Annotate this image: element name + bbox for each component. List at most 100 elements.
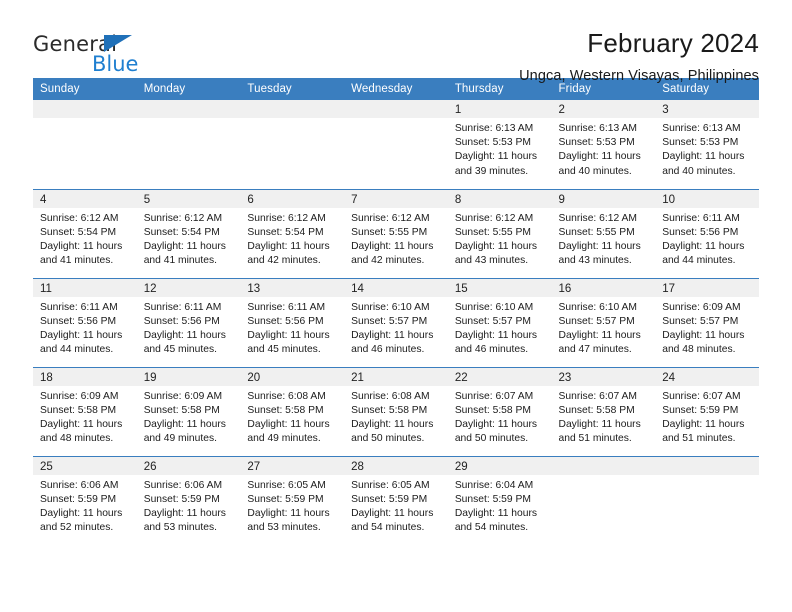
sunrise-time: Sunrise: 6:11 AM [40, 301, 118, 313]
day-details: Sunrise: 6:09 AM Sunset: 5:58 PM Daylight:… [33, 386, 137, 447]
day-details: Sunrise: 6:12 AM Sunset: 5:55 PM Daylight:… [448, 208, 552, 269]
calendar-day-cell[interactable]: 17 Sunrise: 6:09 AM Sunset: 5:57 PM Dayligh… [655, 277, 759, 367]
calendar-day-cell[interactable]: 4 Sunrise: 6:12 AM Sunset: 5:54 PM Daylight… [33, 188, 137, 278]
day-details: Sunrise: 6:10 AM Sunset: 5:57 PM Daylight:… [344, 297, 448, 358]
calendar-day-cell[interactable]: 21 Sunrise: 6:08 AM Sunset: 5:58 PM Dayligh… [344, 366, 448, 456]
sunrise-time: Sunrise: 6:09 AM [662, 301, 741, 313]
daylight-duration-line2: and 50 minutes. [351, 433, 425, 445]
calendar-day-cell[interactable]: 24 Sunrise: 6:07 AM Sunset: 5:59 PM Dayligh… [655, 366, 759, 456]
sunset-time: Sunset: 5:59 PM [454, 493, 531, 505]
weekday-header-tuesday: Tuesday [240, 78, 345, 100]
day-details: Sunrise: 6:04 AM Sunset: 5:59 PM Daylight:… [448, 475, 552, 536]
calendar-day-cell[interactable]: 29 Sunrise: 6:04 AM Sunset: 5:59 PM Dayligh… [447, 455, 552, 545]
daylight-duration-line1: Daylight: 11 hours [247, 329, 330, 341]
day-number: 6 [240, 189, 345, 208]
day-number: 8 [447, 189, 552, 208]
day-number: 14 [344, 278, 448, 297]
calendar-body: 1 Sunrise: 6:13 AM Sunset: 5:53 PM Daylight… [33, 100, 759, 545]
day-number: 5 [136, 189, 241, 208]
calendar-day-cell[interactable]: 20 Sunrise: 6:08 AM Sunset: 5:58 PM Dayligh… [240, 366, 345, 456]
calendar-day-cell[interactable]: 16 Sunrise: 6:10 AM Sunset: 5:57 PM Dayligh… [551, 277, 656, 367]
sunset-time: Sunset: 5:59 PM [143, 493, 220, 505]
sunset-time: Sunset: 5:59 PM [351, 493, 428, 505]
sunset-time: Sunset: 5:53 PM [662, 137, 739, 149]
sunrise-time: Sunrise: 6:10 AM [351, 301, 430, 313]
calendar-day-cell[interactable]: 25 Sunrise: 6:06 AM Sunset: 5:59 PM Dayligh… [33, 455, 137, 545]
calendar-day-cell[interactable]: 6 Sunrise: 6:12 AM Sunset: 5:54 PM Daylight… [240, 188, 345, 278]
daylight-duration-line1: Daylight: 11 hours [351, 507, 434, 519]
daylight-duration-line1: Daylight: 11 hours [143, 507, 226, 519]
day-number: 21 [344, 367, 448, 386]
day-number [240, 100, 345, 118]
sunrise-time: Sunrise: 6:07 AM [454, 390, 534, 402]
calendar-day-cell[interactable]: 13 Sunrise: 6:11 AM Sunset: 5:56 PM Dayligh… [240, 277, 345, 367]
calendar-day-cell[interactable]: 8 Sunrise: 6:12 AM Sunset: 5:55 PM Daylight… [447, 188, 552, 278]
day-number: 23 [551, 367, 656, 386]
daylight-duration-line2: and 48 minutes. [662, 344, 736, 356]
calendar-day-cell[interactable]: 15 Sunrise: 6:10 AM Sunset: 5:57 PM Dayligh… [447, 277, 552, 367]
daylight-duration-line2: and 40 minutes. [558, 165, 632, 177]
daylight-duration-line2: and 45 minutes. [143, 344, 217, 356]
sunset-time: Sunset: 5:56 PM [40, 315, 117, 327]
daylight-duration-line1: Daylight: 11 hours [558, 240, 641, 252]
calendar-day-cell[interactable]: 27 Sunrise: 6:05 AM Sunset: 5:59 PM Dayligh… [240, 455, 345, 545]
daylight-duration-line1: Daylight: 11 hours [247, 240, 330, 252]
calendar-day-cell[interactable]: 9 Sunrise: 6:12 AM Sunset: 5:55 PM Daylight… [551, 188, 656, 278]
sunset-time: Sunset: 5:53 PM [454, 137, 531, 149]
sunrise-time: Sunrise: 6:06 AM [40, 479, 119, 491]
calendar-day-cell[interactable]: 2 Sunrise: 6:13 AM Sunset: 5:53 PM Daylight… [551, 100, 656, 189]
calendar-day-cell[interactable]: 19 Sunrise: 6:09 AM Sunset: 5:58 PM Dayligh… [136, 366, 241, 456]
daylight-duration-line1: Daylight: 11 hours [40, 418, 123, 430]
calendar-day-cell[interactable]: 3 Sunrise: 6:13 AM Sunset: 5:53 PM Daylight… [655, 100, 759, 189]
page-title: February 2024 [587, 28, 759, 58]
sunset-time: Sunset: 5:58 PM [40, 404, 117, 416]
sunrise-time: Sunrise: 6:11 AM [662, 212, 740, 224]
daylight-duration-line2: and 43 minutes. [558, 255, 632, 267]
weekday-header-monday: Monday [136, 78, 241, 100]
calendar-day-cell[interactable]: 1 Sunrise: 6:13 AM Sunset: 5:53 PM Daylight… [447, 100, 552, 189]
daylight-duration-line2: and 54 minutes. [454, 522, 529, 534]
calendar-day-cell[interactable]: 5 Sunrise: 6:12 AM Sunset: 5:54 PM Daylight… [136, 188, 241, 278]
daylight-duration-line2: and 42 minutes. [351, 255, 425, 267]
day-number: 22 [447, 367, 552, 386]
sunrise-time: Sunrise: 6:12 AM [143, 212, 223, 224]
day-number [136, 100, 241, 118]
day-number: 17 [655, 278, 759, 297]
day-details: Sunrise: 6:10 AM Sunset: 5:57 PM Daylight:… [552, 297, 656, 358]
calendar-day-cell[interactable]: 26 Sunrise: 6:06 AM Sunset: 5:59 PM Dayligh… [136, 455, 241, 545]
calendar-day-cell[interactable]: 12 Sunrise: 6:11 AM Sunset: 5:56 PM Dayligh… [136, 277, 241, 367]
day-details: Sunrise: 6:07 AM Sunset: 5:59 PM Daylight:… [655, 386, 759, 447]
weekday-header-sunday: Sunday [33, 78, 137, 100]
day-details: Sunrise: 6:08 AM Sunset: 5:58 PM Daylight:… [240, 386, 344, 447]
daylight-duration-line1: Daylight: 11 hours [454, 240, 538, 252]
calendar-day-cell[interactable]: 11 Sunrise: 6:11 AM Sunset: 5:56 PM Dayligh… [33, 277, 137, 367]
calendar-page: General Blue February 2024 Ungca, Wester… [0, 0, 792, 612]
calendar-day-cell[interactable]: 14 Sunrise: 6:10 AM Sunset: 5:57 PM Dayligh… [344, 277, 448, 367]
daylight-duration-line1: Daylight: 11 hours [143, 329, 226, 341]
sunset-time: Sunset: 5:53 PM [558, 137, 635, 149]
daylight-duration-line2: and 46 minutes. [351, 344, 425, 356]
sunrise-time: Sunrise: 6:08 AM [351, 390, 430, 402]
sunrise-time: Sunrise: 6:13 AM [662, 123, 741, 134]
calendar-day-cell[interactable]: 23 Sunrise: 6:07 AM Sunset: 5:58 PM Dayligh… [551, 366, 656, 456]
calendar-day-cell[interactable]: 22 Sunrise: 6:07 AM Sunset: 5:58 PM Dayligh… [447, 366, 552, 456]
day-details: Sunrise: 6:06 AM Sunset: 5:59 PM Daylight:… [137, 475, 241, 536]
day-details: Sunrise: 6:09 AM Sunset: 5:57 PM Daylight:… [655, 297, 759, 358]
day-number [33, 100, 137, 118]
sunrise-time: Sunrise: 6:09 AM [143, 390, 223, 402]
day-details: Sunrise: 6:11 AM Sunset: 5:56 PM Daylight:… [240, 297, 344, 358]
day-number: 20 [240, 367, 345, 386]
calendar-day-cell[interactable]: 28 Sunrise: 6:05 AM Sunset: 5:59 PM Dayligh… [344, 455, 448, 545]
sunset-time: Sunset: 5:59 PM [662, 404, 739, 416]
calendar-day-cell[interactable]: 18 Sunrise: 6:09 AM Sunset: 5:58 PM Dayligh… [33, 366, 137, 456]
daylight-duration-line1: Daylight: 11 hours [454, 151, 538, 163]
daylight-duration-line2: and 46 minutes. [454, 344, 529, 356]
sunset-time: Sunset: 5:56 PM [247, 315, 324, 327]
daylight-duration-line1: Daylight: 11 hours [558, 418, 641, 430]
daylight-duration-line2: and 39 minutes. [454, 165, 529, 177]
calendar-day-cell[interactable]: 7 Sunrise: 6:12 AM Sunset: 5:55 PM Daylight… [344, 188, 448, 278]
logo-text-blue: Blue [92, 52, 139, 76]
day-details: Sunrise: 6:12 AM Sunset: 5:55 PM Daylight:… [344, 208, 448, 269]
day-number: 4 [33, 189, 137, 208]
calendar-day-cell[interactable]: 10 Sunrise: 6:11 AM Sunset: 5:56 PM Dayligh… [655, 188, 759, 278]
